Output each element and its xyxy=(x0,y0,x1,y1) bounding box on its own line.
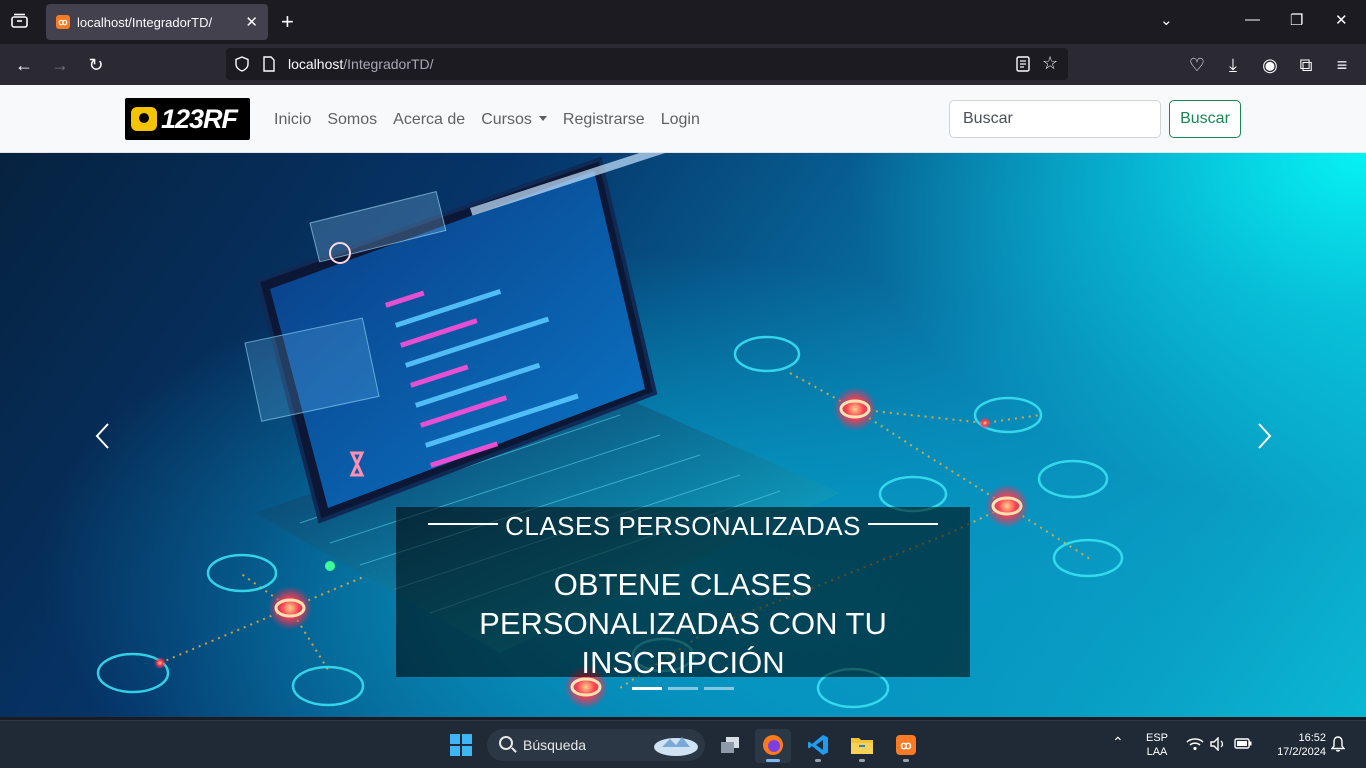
shield-icon[interactable] xyxy=(234,56,250,72)
camera-logo-icon xyxy=(131,107,157,131)
carousel-indicator-1[interactable] xyxy=(632,687,662,690)
address-bar[interactable]: localhost/IntegradorTD/ ☆ xyxy=(226,48,1068,80)
taskbar: Búsqueda ꝏ ⌃ ESP LAA 16:52 17/2/2024 xyxy=(0,720,1366,768)
taskbar-search-label: Búsqueda xyxy=(523,737,587,753)
caret-down-icon xyxy=(538,116,547,121)
browser-tab-active[interactable]: ꝏ localhost/IntegradorTD/ ✕ xyxy=(46,4,268,40)
logo-text: 123RF xyxy=(161,104,238,134)
reader-view-icon[interactable] xyxy=(1016,56,1030,72)
carousel-indicators xyxy=(632,687,734,690)
clock-time: 16:52 xyxy=(1298,732,1326,744)
battery-icon[interactable] xyxy=(1234,738,1252,749)
taskbar-task-view[interactable] xyxy=(712,729,748,763)
taskbar-xampp[interactable]: ꝏ xyxy=(888,729,924,763)
account-icon[interactable]: ◉ xyxy=(1260,55,1280,75)
tab-overflow-chevron-icon[interactable]: ⌄ xyxy=(1160,11,1173,29)
site-navbar: 123RF Inicio Somos Acerca de Cursos Regi… xyxy=(0,85,1366,153)
tab-title: localhost/IntegradorTD/ xyxy=(77,15,213,30)
clock-date: 17/2/2024 xyxy=(1277,746,1326,758)
restore-icon[interactable]: ❐ xyxy=(1290,11,1303,29)
nav-link-login[interactable]: Login xyxy=(661,111,700,129)
carousel-prev-icon[interactable] xyxy=(92,421,114,451)
minimize-icon[interactable]: — xyxy=(1245,11,1260,28)
url-path: /IntegradorTD/ xyxy=(343,56,434,72)
xampp-favicon-icon: ꝏ xyxy=(56,15,70,29)
close-tab-icon[interactable]: ✕ xyxy=(245,13,258,31)
close-window-icon[interactable]: ✕ xyxy=(1335,11,1348,29)
nav-link-registrarse[interactable]: Registrarse xyxy=(563,111,645,129)
carousel-indicator-2[interactable] xyxy=(668,687,698,690)
search-icon xyxy=(499,736,513,750)
nav-link-acerca-de[interactable]: Acerca de xyxy=(393,111,465,129)
tray-overflow-chevron-icon[interactable]: ⌃ xyxy=(1112,735,1124,749)
lang-code: ESP xyxy=(1145,732,1168,744)
downloads-icon[interactable]: ⤓ xyxy=(1223,55,1243,75)
browser-navbar: ← → ↻ localhost/IntegradorTD/ ☆ ♡ ⤓ ◉ ⧉ … xyxy=(0,44,1366,85)
list-all-tabs-icon[interactable] xyxy=(11,13,28,28)
clock[interactable]: 16:52 17/2/2024 xyxy=(1262,731,1328,759)
folder-icon xyxy=(851,738,873,754)
xampp-icon: ꝏ xyxy=(896,735,916,755)
back-icon[interactable]: ← xyxy=(14,55,34,75)
menu-icon[interactable]: ≡ xyxy=(1332,55,1352,75)
url-text[interactable]: localhost/IntegradorTD/ xyxy=(288,56,434,72)
url-host: localhost xyxy=(288,56,344,72)
bookmark-star-icon[interactable]: ☆ xyxy=(1042,53,1058,74)
forward-icon[interactable]: → xyxy=(50,55,70,75)
site-nav-links: Inicio Somos Acerca de Cursos Registrars… xyxy=(274,111,700,129)
notification-bell-icon[interactable] xyxy=(1331,736,1345,752)
caption-title: CLASES PERSONALIZADAS xyxy=(505,511,861,541)
wifi-icon[interactable] xyxy=(1186,737,1204,751)
site-search-input[interactable] xyxy=(949,100,1161,138)
pocket-icon[interactable]: ♡ xyxy=(1187,55,1207,75)
taskbar-vscode[interactable] xyxy=(800,729,836,763)
browser-tab-strip: ꝏ localhost/IntegradorTD/ ✕ + ⌄ — ❐ ✕ xyxy=(0,0,1366,44)
caption-rule-right xyxy=(868,523,938,525)
web-page: 123RF Inicio Somos Acerca de Cursos Regi… xyxy=(0,85,1366,717)
layout-code: LAA xyxy=(1146,746,1168,758)
svg-text:ꝏ: ꝏ xyxy=(900,740,911,752)
new-tab-icon[interactable]: + xyxy=(281,9,294,35)
task-view-icon xyxy=(721,737,739,753)
taskbar-file-explorer[interactable] xyxy=(844,729,880,763)
site-logo[interactable]: 123RF xyxy=(125,98,250,140)
extensions-icon[interactable]: ⧉ xyxy=(1296,55,1316,75)
search-highlight-icon xyxy=(654,737,698,756)
windows-start-icon[interactable] xyxy=(450,734,472,756)
nav-link-cursos-label: Cursos xyxy=(481,111,532,128)
carousel-caption: CLASES PERSONALIZADAS OBTENE CLASES PERS… xyxy=(396,507,970,680)
vscode-icon xyxy=(808,735,828,755)
carousel-indicator-3[interactable] xyxy=(704,687,734,690)
carousel-next-icon[interactable] xyxy=(1253,421,1275,451)
taskbar-search[interactable]: Búsqueda xyxy=(487,729,705,761)
firefox-icon xyxy=(763,735,783,755)
reload-icon[interactable]: ↻ xyxy=(86,55,106,75)
nav-dropdown-cursos[interactable]: Cursos xyxy=(481,111,547,129)
caption-text: OBTENE CLASES PERSONALIZADAS CON TU INSC… xyxy=(479,567,887,680)
input-language[interactable]: ESP LAA xyxy=(1144,731,1170,759)
hero-carousel: CLASES PERSONALIZADAS OBTENE CLASES PERS… xyxy=(0,153,1366,717)
taskbar-firefox[interactable] xyxy=(755,729,791,763)
nav-link-somos[interactable]: Somos xyxy=(327,111,377,129)
site-search-button[interactable]: Buscar xyxy=(1169,100,1241,138)
volume-icon[interactable] xyxy=(1210,737,1226,751)
page-icon[interactable] xyxy=(262,56,276,72)
nav-link-inicio[interactable]: Inicio xyxy=(274,111,311,129)
